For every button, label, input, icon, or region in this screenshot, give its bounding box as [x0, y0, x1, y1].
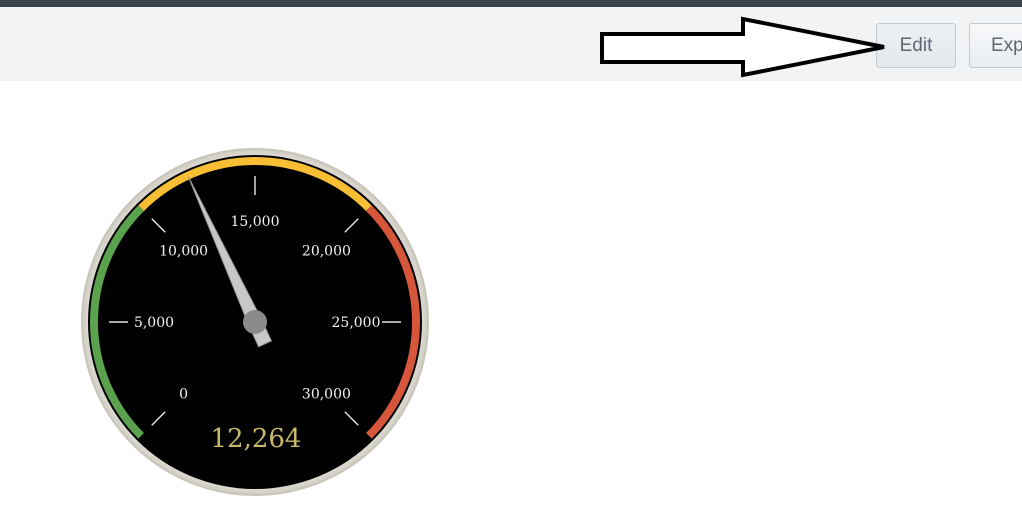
gauge-value-label: 12,264 — [211, 424, 302, 454]
gauge-needle-hub — [243, 310, 267, 334]
top-navigation-bar — [0, 0, 1022, 7]
gauge-tick-label: 5,000 — [134, 315, 174, 331]
gauge-tick-label: 25,000 — [332, 315, 381, 331]
radial-gauge: 0 5,000 10,000 15,000 20,000 25,000 30,000 12,… — [81, 148, 429, 496]
export-button[interactable]: Export — [969, 23, 1022, 68]
gauge-tick-label: 15,000 — [231, 214, 280, 230]
gauge-tick-label: 30,000 — [302, 386, 351, 402]
gauge-tick-label: 20,000 — [302, 244, 351, 260]
gauge-tick-label: 10,000 — [159, 244, 208, 260]
gauge-tick-label: 0 — [179, 386, 188, 402]
edit-button[interactable]: Edit — [876, 23, 956, 68]
dashboard-toolbar: Edit Export — [0, 7, 1022, 81]
